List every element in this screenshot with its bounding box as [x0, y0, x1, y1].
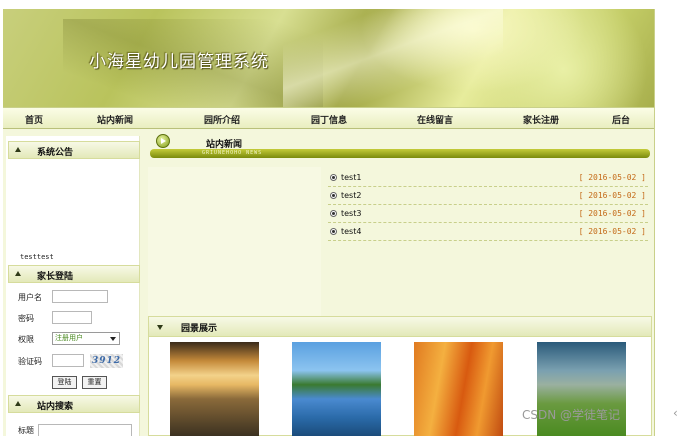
username-label: 用户名	[18, 293, 42, 302]
news-item-date: [ 2016-05-02 ]	[578, 209, 646, 218]
search-input[interactable]	[38, 424, 132, 436]
nav-teachers[interactable]: 园丁信息	[311, 113, 347, 126]
news-item-date: [ 2016-05-02 ]	[578, 227, 646, 236]
news-item[interactable]: test1 [ 2016-05-02 ]	[328, 169, 648, 187]
chevron-down-icon	[110, 337, 116, 341]
main-nav: 首页 站内新闻 园所介绍 园丁信息 在线留言 家长注册 后台	[3, 107, 654, 129]
page-frame: 小海星幼儿园管理系统 首页 站内新闻 园所介绍 园丁信息 在线留言 家长注册 后…	[3, 9, 655, 436]
news-image-area	[148, 167, 321, 317]
search-header: 站内搜索	[8, 395, 140, 413]
news-item-title[interactable]: test3	[341, 209, 361, 218]
news-item-date: [ 2016-05-02 ]	[578, 191, 646, 200]
bullet-icon	[330, 228, 337, 235]
search-heading: 站内搜索	[37, 402, 74, 412]
news-item-title[interactable]: test2	[341, 191, 361, 200]
collapse-triangle-icon	[15, 401, 21, 406]
collapse-triangle-icon	[157, 325, 163, 330]
login-header: 家长登陆	[8, 265, 140, 283]
nav-register[interactable]: 家长注册	[523, 113, 559, 126]
news-item-title[interactable]: test4	[341, 227, 361, 236]
news-item-title[interactable]: test1	[341, 173, 361, 182]
bullet-icon	[330, 174, 337, 181]
bullet-icon	[330, 210, 337, 217]
role-select-value: 注册用户	[55, 334, 83, 342]
password-label: 密码	[18, 314, 34, 323]
bullet-icon	[330, 192, 337, 199]
news-header-bar: GRIUNEHOHO NEWS	[150, 149, 650, 158]
news-item[interactable]: test3 [ 2016-05-02 ]	[328, 205, 648, 223]
scenery-heading: 园景展示	[181, 324, 218, 334]
nav-guestbook[interactable]: 在线留言	[417, 113, 453, 126]
nav-about[interactable]: 园所介绍	[204, 113, 240, 126]
captcha-field[interactable]	[52, 354, 84, 367]
role-label: 权限	[18, 335, 34, 344]
news-item-date: [ 2016-05-02 ]	[578, 173, 646, 182]
news-item[interactable]: test2 [ 2016-05-02 ]	[328, 187, 648, 205]
login-button[interactable]: 登陆	[52, 376, 77, 389]
header-banner: 小海星幼儿园管理系统	[3, 9, 654, 109]
news-item[interactable]: test4 [ 2016-05-02 ]	[328, 223, 648, 241]
username-field[interactable]	[52, 290, 108, 303]
scenery-header: 园景展示	[149, 317, 651, 337]
login-heading: 家长登陆	[37, 272, 74, 282]
captcha-label: 验证码	[18, 357, 42, 366]
site-title: 小海星幼儿园管理系统	[89, 52, 269, 72]
news-header: 站内新闻 GRIUNEHOHO NEWS	[146, 131, 652, 161]
castle-lake-photo[interactable]	[292, 342, 381, 436]
edge-chevron-icon: ‹	[673, 406, 678, 420]
notice-header: 系统公告	[8, 141, 140, 159]
notice-text: testtest	[20, 253, 54, 261]
sunset-bridge-photo[interactable]	[170, 342, 259, 436]
captcha-image[interactable]: 3912	[90, 354, 123, 368]
nav-admin[interactable]: 后台	[612, 113, 630, 126]
collapse-triangle-icon	[15, 271, 21, 276]
main-content: 站内新闻 GRIUNEHOHO NEWS test1 [ 2016-05-02 …	[146, 131, 652, 436]
sidebar: 系统公告 testtest 家长登陆 用户名 密码 权限 注册用户 验证码 39…	[6, 136, 140, 436]
search-title-label: 标题	[18, 426, 34, 435]
news-subtitle: GRIUNEHOHO NEWS	[202, 150, 263, 156]
notice-heading: 系统公告	[37, 148, 74, 158]
nav-home[interactable]: 首页	[25, 113, 43, 126]
news-list: test1 [ 2016-05-02 ] test2 [ 2016-05-02 …	[328, 169, 648, 241]
banner-highlight	[283, 9, 503, 107]
autumn-forest-photo[interactable]	[414, 342, 503, 436]
csdn-watermark: CSDN @学徒笔记	[522, 408, 621, 422]
role-select[interactable]: 注册用户	[52, 332, 120, 345]
nav-news[interactable]: 站内新闻	[97, 113, 133, 126]
password-field[interactable]	[52, 311, 92, 324]
play-arrow-icon	[156, 134, 170, 148]
reset-button[interactable]: 重置	[82, 376, 107, 389]
collapse-triangle-icon	[15, 147, 21, 152]
